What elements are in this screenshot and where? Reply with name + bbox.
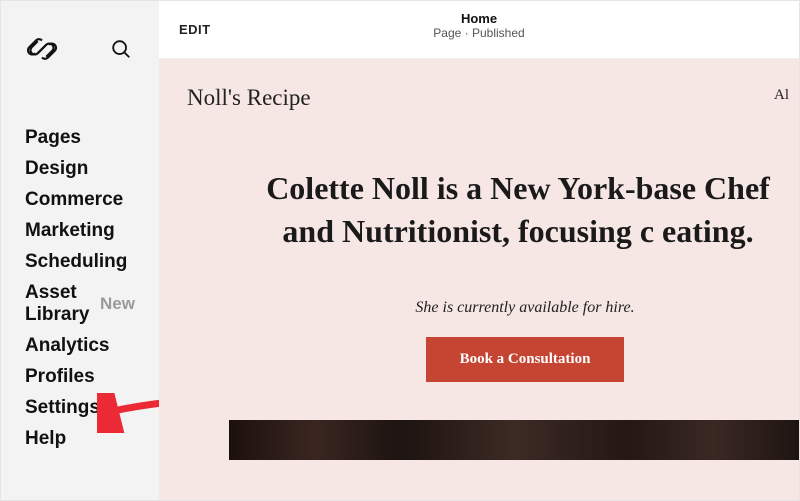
sidebar-item-settings[interactable]: Settings [25,397,159,419]
sidebar-item-label: Pages [25,127,81,149]
sidebar-item-asset-library[interactable]: Asset Library New [25,282,159,326]
book-consultation-button[interactable]: Book a Consultation [426,337,625,382]
hero-subheading: She is currently available for hire. [159,299,799,317]
sidebar: Pages Design Commerce Marketing Scheduli… [1,1,159,500]
sidebar-item-design[interactable]: Design [25,158,159,180]
sidebar-item-pages[interactable]: Pages [25,127,159,149]
sidebar-item-scheduling[interactable]: Scheduling [25,251,159,273]
sidebar-item-marketing[interactable]: Marketing [25,220,159,242]
main-area: EDIT Home Page · Published Noll's Recipe… [159,1,799,500]
hero-image [229,420,799,460]
sidebar-item-label: Scheduling [25,251,127,273]
new-badge: New [100,294,135,314]
squarespace-logo-icon[interactable] [25,32,59,66]
sidebar-item-label: Analytics [25,335,109,357]
sidebar-item-profiles[interactable]: Profiles [25,366,159,388]
sidebar-item-label: Settings [25,397,100,419]
edit-button[interactable]: EDIT [179,22,211,37]
sidebar-item-help[interactable]: Help [25,428,159,450]
sidebar-item-commerce[interactable]: Commerce [25,189,159,211]
page-title: Home [433,11,524,26]
page-status: Page · Published [433,26,524,40]
cta-wrap: Book a Consultation [159,337,799,382]
site-nav-link-partial[interactable]: Al [774,87,789,104]
hero-heading: Colette Noll is a New York-base Chef and… [159,167,799,253]
sidebar-item-label: Help [25,428,66,450]
sidebar-item-analytics[interactable]: Analytics [25,335,159,357]
site-header: Noll's Recipe [159,59,799,111]
sidebar-item-label: Marketing [25,220,115,242]
preview-topbar: EDIT Home Page · Published [159,1,799,59]
page-meta: Home Page · Published [433,11,524,40]
sidebar-nav: Pages Design Commerce Marketing Scheduli… [1,73,159,450]
hero-section: Colette Noll is a New York-base Chef and… [159,111,799,460]
site-preview: Noll's Recipe Al Colette Noll is a New Y… [159,59,799,500]
site-title[interactable]: Noll's Recipe [187,85,311,110]
sidebar-item-label: Commerce [25,189,123,211]
search-icon[interactable] [107,35,135,63]
sidebar-top [1,1,159,73]
sidebar-item-label: Design [25,158,88,180]
sidebar-item-label: Asset Library [25,282,100,326]
sidebar-item-label: Profiles [25,366,95,388]
